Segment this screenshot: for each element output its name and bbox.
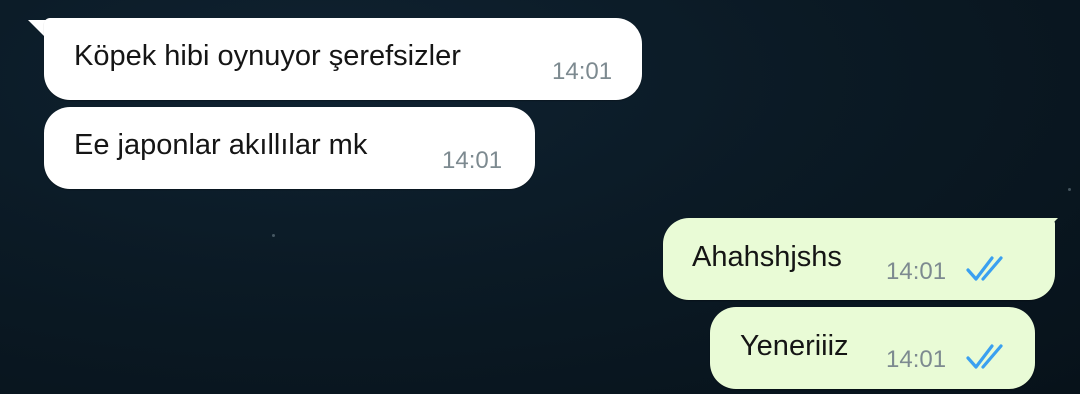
double-check-icon xyxy=(966,344,1003,369)
background-dot xyxy=(272,234,275,237)
background-dot xyxy=(1068,188,1071,191)
message-text: Yeneriiiz xyxy=(740,330,849,362)
message-timestamp: 14:01 xyxy=(442,147,503,174)
message-text: Köpek hibi oynuyor şerefsizler xyxy=(74,40,461,72)
message-timestamp: 14:01 xyxy=(552,58,613,85)
message-timestamp: 14:01 xyxy=(886,258,947,285)
message-timestamp: 14:01 xyxy=(886,346,947,373)
message-text: Ahahshjshs xyxy=(692,241,842,273)
message-text: Ee japonlar akıllılar mk xyxy=(74,129,368,161)
double-check-icon xyxy=(966,256,1003,281)
